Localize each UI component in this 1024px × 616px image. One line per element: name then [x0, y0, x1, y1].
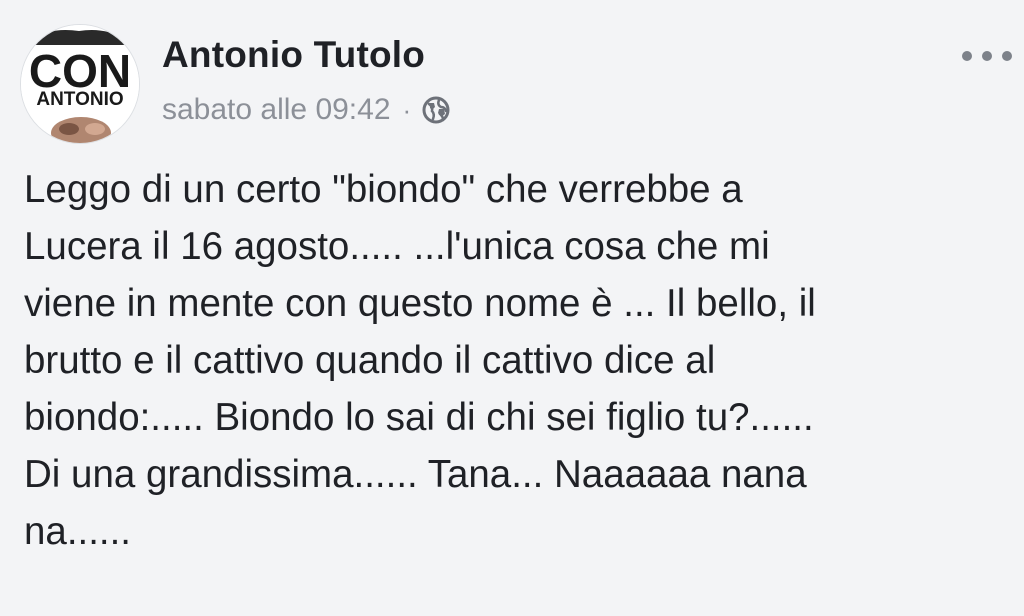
post-text-line: Leggo di un certo "biondo" che verrebbe …	[24, 168, 743, 211]
post-meta: sabato alle 09:42 ·	[162, 93, 451, 127]
post-text-line: brutto e il cattivo quando il cattivo di…	[24, 339, 716, 382]
post-text-line: viene in mente con questo nome è ... Il …	[24, 282, 816, 325]
avatar[interactable]: CON ANTONIO	[20, 24, 140, 144]
post-text-line: Lucera il 16 agosto..... ...l'unica cosa…	[24, 225, 770, 268]
author-name[interactable]: Antonio Tutolo	[162, 34, 425, 76]
post-text-line: na......	[24, 510, 132, 553]
meta-separator: ·	[402, 94, 412, 125]
post-text-line: Di una grandissima...... Tana... Naaaaaa…	[24, 453, 807, 496]
more-dot	[962, 51, 972, 61]
more-dot	[982, 51, 992, 61]
post-text-line: biondo:..... Biondo lo sai di chi sei fi…	[24, 396, 814, 439]
facebook-post: CON ANTONIO Antonio Tutolo sabato alle 0…	[0, 0, 1024, 616]
avatar-logo-sub: ANTONIO	[36, 89, 123, 110]
more-dot	[1002, 51, 1012, 61]
more-options-icon[interactable]	[962, 38, 1012, 74]
post-timestamp[interactable]: sabato alle 09:42	[162, 93, 391, 127]
avatar-image: CON ANTONIO	[21, 25, 139, 143]
globe-icon[interactable]	[421, 95, 451, 125]
post-body: Leggo di un certo "biondo" che verrebbe …	[24, 161, 1014, 560]
